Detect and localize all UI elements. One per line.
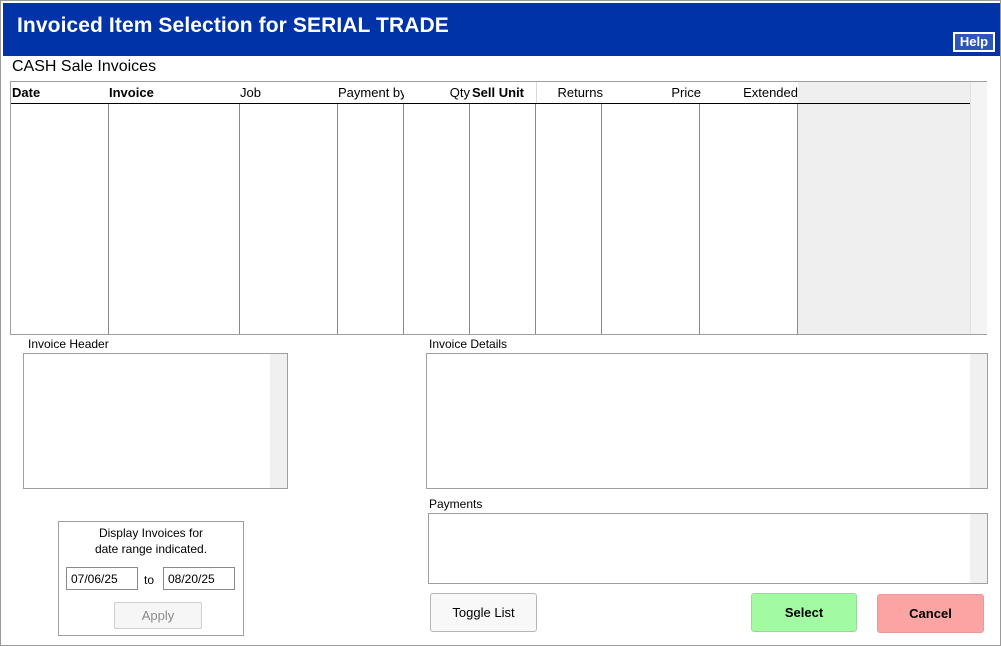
column-header-sell-unit[interactable]: Sell Unit [472, 85, 536, 100]
toggle-list-button[interactable]: Toggle List [430, 593, 537, 632]
payments-scrollbar[interactable] [970, 514, 987, 583]
apply-button[interactable]: Apply [114, 602, 202, 629]
column-divider [699, 104, 700, 334]
column-divider [601, 104, 602, 334]
column-divider [469, 104, 470, 334]
invoice-details-label: Invoice Details [429, 337, 508, 351]
column-divider [403, 104, 404, 334]
cancel-button[interactable]: Cancel [877, 594, 984, 633]
window-title: Invoiced Item Selection for SERIAL TRADE [17, 14, 449, 37]
help-button[interactable]: Help [953, 32, 995, 52]
grid-empty-area [798, 82, 970, 334]
column-divider [239, 104, 240, 334]
grid-vertical-scrollbar[interactable] [970, 82, 987, 334]
payments-box[interactable] [428, 513, 988, 584]
select-button[interactable]: Select [751, 593, 857, 632]
column-divider [535, 104, 536, 334]
date-range-caption-line1: Display Invoices for [98, 526, 204, 540]
column-divider [797, 104, 798, 334]
column-header-qty[interactable]: Qty [405, 85, 470, 100]
column-header-extended[interactable]: Extended [702, 85, 798, 100]
invoice-details-box[interactable] [426, 353, 988, 489]
date-range-to-label: to [144, 573, 155, 587]
invoice-details-scrollbar[interactable] [970, 354, 987, 488]
date-to-input[interactable] [163, 567, 235, 590]
date-from-input[interactable] [66, 567, 138, 590]
column-header-date[interactable]: Date [12, 85, 107, 100]
invoices-section-title: CASH Sale Invoices [12, 58, 157, 75]
column-header-payment-by[interactable]: Payment by [338, 85, 404, 100]
column-header-returns[interactable]: Returns [538, 85, 603, 100]
payments-label: Payments [429, 497, 483, 511]
title-bar: Invoiced Item Selection for SERIAL TRADE… [3, 3, 1000, 56]
column-divider [108, 104, 109, 334]
column-divider [337, 104, 338, 334]
invoice-header-label: Invoice Header [28, 337, 109, 351]
header-separator [536, 82, 537, 103]
date-range-panel: Display Invoices for date range indicate… [58, 521, 244, 636]
dialog-window: Invoiced Item Selection for SERIAL TRADE… [0, 0, 1001, 646]
column-header-price[interactable]: Price [604, 85, 701, 100]
date-range-caption-line2: date range indicated. [94, 542, 208, 556]
column-header-invoice[interactable]: Invoice [109, 85, 237, 100]
date-range-caption: Display Invoices for date range indicate… [59, 525, 243, 557]
invoices-grid[interactable]: Date Invoice Job Payment by Qty Sell Uni… [10, 81, 987, 335]
column-header-job[interactable]: Job [240, 85, 335, 100]
grid-header-divider [11, 103, 970, 104]
invoice-header-box[interactable] [23, 353, 288, 489]
invoice-header-scrollbar[interactable] [270, 354, 287, 488]
